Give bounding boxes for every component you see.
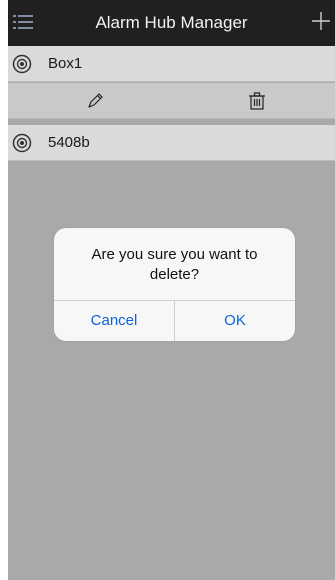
dialog-message: Are you sure you want to delete? [91,246,258,283]
trash-icon[interactable] [246,90,268,112]
device-name: Box1 [48,55,83,72]
plus-icon[interactable] [309,9,333,33]
list-menu-icon[interactable] [12,11,34,33]
pencil-icon[interactable] [84,90,106,112]
navigation-bar: Alarm Hub Manager [8,0,335,46]
cancel-button[interactable]: Cancel [54,301,174,341]
delete-confirm-dialog: Are you sure you want to delete? Cancel … [54,228,295,341]
device-actions-row [8,83,335,119]
device-name: 5408b [48,134,90,151]
list-item[interactable]: 5408b [8,125,335,161]
page-title: Alarm Hub Manager [95,13,248,32]
ok-button[interactable]: OK [175,301,295,341]
list-item[interactable]: Box1 [8,46,335,82]
camera-lens-icon [12,54,32,73]
camera-lens-icon [12,133,32,152]
